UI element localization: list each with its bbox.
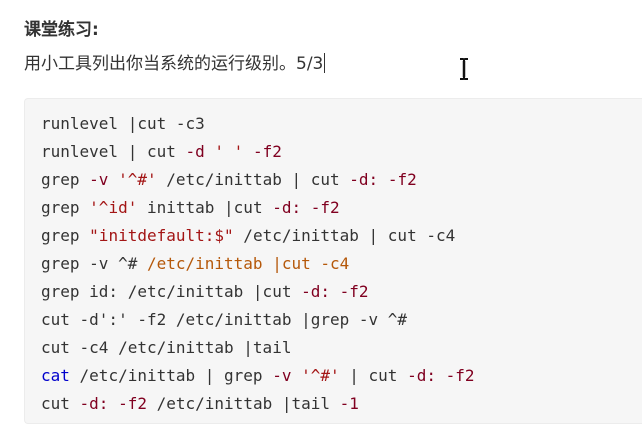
instruction-text: 用小工具列出你当系统的运行级别。5/3 xyxy=(24,54,324,74)
code-token: "initdefault:$" xyxy=(89,226,234,245)
code-token: -f2 xyxy=(310,198,340,217)
code-token: grep id: /etc/inittab |cut xyxy=(41,282,302,301)
code-token: -f2 xyxy=(118,394,147,413)
code-token: runlevel |cut -c3 xyxy=(41,114,205,133)
code-token: -v xyxy=(89,170,109,189)
code-token: ' ' xyxy=(214,142,244,161)
code-token: cat xyxy=(41,366,70,385)
code-token: cut -c4 /etc/inittab |tail xyxy=(41,338,292,357)
code-line: grep id: /etc/inittab |cut -d: -f2 xyxy=(41,278,475,306)
code-token: /etc/inittab |tail xyxy=(146,394,340,413)
code-token: -d: xyxy=(407,366,436,385)
code-token: /etc/inittab | cut xyxy=(156,170,350,189)
code-token: -f2 xyxy=(445,366,475,385)
code-token: | cut xyxy=(339,366,408,385)
code-token: grep xyxy=(41,198,90,217)
code-line: grep -v ^# /etc/inittab |cut -c4 xyxy=(41,250,475,278)
code-line: cut -d':' -f2 /etc/inittab |grep -v ^# xyxy=(41,306,475,334)
code-token: cut xyxy=(41,394,80,413)
code-token: -f2 xyxy=(339,282,369,301)
code-token: '^#' xyxy=(118,170,157,189)
code-token: -d: xyxy=(301,282,330,301)
code-token: -v xyxy=(272,366,292,385)
code-token: grep -v ^# xyxy=(41,254,147,273)
code-token: grep xyxy=(41,226,90,245)
code-line: runlevel | cut -d ' ' -f2 xyxy=(41,138,475,166)
instruction-line[interactable]: 用小工具列出你当系统的运行级别。5/3 xyxy=(24,52,326,76)
code-line: cut -d: -f2 /etc/inittab |tail -1 xyxy=(41,390,475,418)
code-token: -d: xyxy=(272,198,302,217)
code-lines: runlevel |cut -c3 runlevel | cut -d ' ' -… xyxy=(41,110,475,418)
code-token: inittab |cut xyxy=(137,198,273,217)
code-line: runlevel |cut -c3 xyxy=(41,110,475,138)
i-beam-cursor-icon xyxy=(460,58,468,80)
code-token: grep xyxy=(41,170,90,189)
code-token: -1 xyxy=(339,394,359,413)
code-line: grep "initdefault:$" /etc/inittab | cut … xyxy=(41,222,475,250)
code-line: cut -c4 /etc/inittab |tail xyxy=(41,334,475,362)
code-token: /etc/inittab | grep xyxy=(69,366,273,385)
code-token: -f2 xyxy=(387,170,417,189)
code-token: -d: xyxy=(79,394,109,413)
code-token: '^#' xyxy=(301,366,340,385)
code-line: grep '^id' inittab |cut -d: -f2 xyxy=(41,194,475,222)
code-token: -d: xyxy=(349,170,379,189)
code-block[interactable]: runlevel |cut -c3 runlevel | cut -d ' ' -… xyxy=(24,98,642,424)
exercise-heading: 课堂练习: xyxy=(24,20,99,40)
code-token: /etc/inittab | cut -c4 xyxy=(233,226,456,245)
code-token: /etc/inittab |cut -c4 xyxy=(146,254,350,273)
code-token: -d xyxy=(185,142,205,161)
code-token: runlevel | cut xyxy=(41,142,186,161)
code-token: '^id' xyxy=(89,198,138,217)
code-token: cut -d':' -f2 /etc/inittab |grep -v ^# xyxy=(41,310,408,329)
code-line: cat /etc/inittab | grep -v '^#' | cut -d… xyxy=(41,362,475,390)
code-token: -f2 xyxy=(252,142,282,161)
code-line: grep -v '^#' /etc/inittab | cut -d: -f2 xyxy=(41,166,475,194)
text-caret xyxy=(324,53,326,73)
